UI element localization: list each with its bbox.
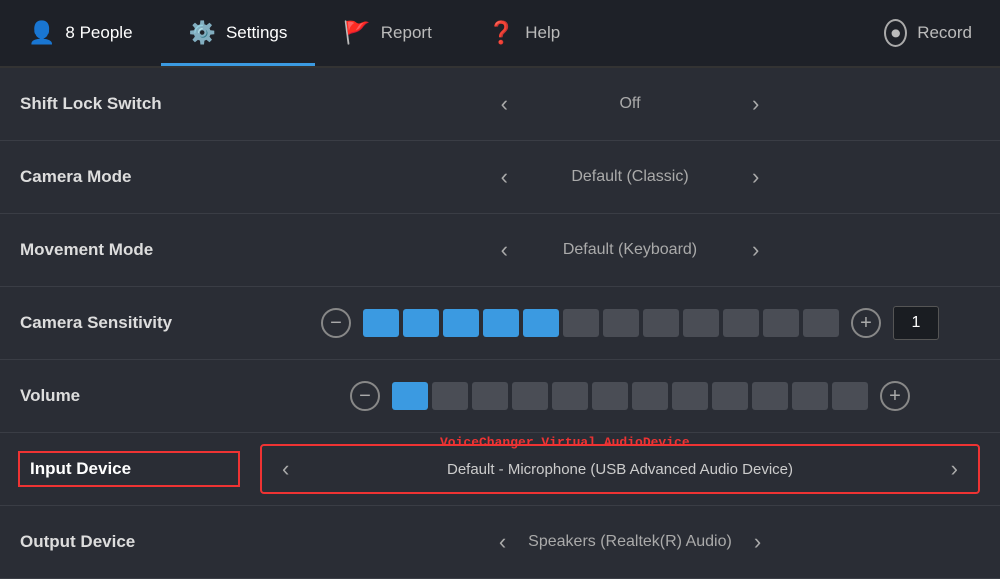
camera-mode-value: Default (Classic) [530,168,730,186]
block-1 [363,309,399,337]
shift-lock-value: Off [530,95,730,113]
volume-plus[interactable]: + [880,381,910,411]
camera-sensitivity-control: − + [280,306,980,340]
block-12 [803,309,839,337]
camera-sensitivity-slider [363,309,839,337]
output-device-label: Output Device [20,532,280,552]
nav-record-label: Record [917,23,972,43]
settings-content: Shift Lock Switch ‹ Off › Camera Mode ‹ … [0,68,1000,579]
input-device-next[interactable]: › [941,452,968,486]
nav-bar: 👤 8 People ⚙️ Settings 🚩 Report ❓ Help ⏺… [0,0,1000,68]
nav-record[interactable]: ⏺ Record [856,0,1000,66]
block-10 [723,309,759,337]
block-4 [483,309,519,337]
shift-lock-label: Shift Lock Switch [20,94,280,114]
vol-block-3 [472,382,508,410]
shift-lock-row: Shift Lock Switch ‹ Off › [0,68,1000,141]
shift-lock-prev[interactable]: ‹ [491,87,518,121]
camera-mode-label: Camera Mode [20,167,280,187]
block-2 [403,309,439,337]
block-5 [523,309,559,337]
nav-help-label: Help [525,23,560,43]
vol-block-1 [392,382,428,410]
vol-block-10 [752,382,788,410]
nav-settings-label: Settings [226,23,287,43]
camera-sensitivity-plus[interactable]: + [851,308,881,338]
input-device-label: Input Device [18,451,240,487]
camera-mode-prev[interactable]: ‹ [491,160,518,194]
volume-control: − + [280,381,980,411]
vol-block-9 [712,382,748,410]
record-icon: ⏺ [884,19,907,47]
camera-sensitivity-label: Camera Sensitivity [20,313,280,333]
nav-people-label: 8 People [65,23,132,43]
movement-mode-label: Movement Mode [20,240,280,260]
output-device-row: Output Device ‹ Speakers (Realtek(R) Aud… [0,506,1000,579]
vol-block-8 [672,382,708,410]
volume-minus[interactable]: − [350,381,380,411]
help-icon: ❓ [488,20,515,46]
nav-people[interactable]: 👤 8 People [0,0,161,66]
volume-label: Volume [20,386,280,406]
input-device-prev[interactable]: ‹ [272,452,299,486]
nav-settings[interactable]: ⚙️ Settings [161,0,316,66]
vol-block-2 [432,382,468,410]
nav-report[interactable]: 🚩 Report [315,0,459,66]
volume-slider [392,382,868,410]
output-device-value: Speakers (Realtek(R) Audio) [528,533,732,551]
camera-sensitivity-input[interactable] [893,306,939,340]
vol-block-7 [632,382,668,410]
block-11 [763,309,799,337]
vol-block-6 [592,382,628,410]
block-3 [443,309,479,337]
output-device-prev[interactable]: ‹ [489,525,516,559]
vol-block-4 [512,382,548,410]
camera-mode-next[interactable]: › [742,160,769,194]
nav-help[interactable]: ❓ Help [460,0,588,66]
people-icon: 👤 [28,20,55,46]
movement-mode-next[interactable]: › [742,233,769,267]
volume-row: Volume − + VoiceChanger Virtual AudioDev… [0,360,1000,433]
nav-report-label: Report [381,23,432,43]
block-9 [683,309,719,337]
block-7 [603,309,639,337]
camera-mode-row: Camera Mode ‹ Default (Classic) › [0,141,1000,214]
vol-block-5 [552,382,588,410]
report-icon: 🚩 [343,20,370,46]
block-6 [563,309,599,337]
output-device-control: ‹ Speakers (Realtek(R) Audio) › [280,525,980,559]
movement-mode-row: Movement Mode ‹ Default (Keyboard) › [0,214,1000,287]
movement-mode-control: ‹ Default (Keyboard) › [280,233,980,267]
movement-mode-value: Default (Keyboard) [530,241,730,259]
shift-lock-next[interactable]: › [742,87,769,121]
camera-sensitivity-minus[interactable]: − [321,308,351,338]
output-device-next[interactable]: › [744,525,771,559]
camera-sensitivity-row: Camera Sensitivity − + [0,287,1000,360]
settings-icon: ⚙️ [189,20,216,46]
input-device-value: Default - Microphone (USB Advanced Audio… [299,461,940,478]
input-device-control[interactable]: ‹ Default - Microphone (USB Advanced Aud… [260,444,980,494]
voice-changer-label: VoiceChanger Virtual AudioDevice [440,435,690,450]
shift-lock-control: ‹ Off › [280,87,980,121]
vol-block-11 [792,382,828,410]
camera-mode-control: ‹ Default (Classic) › [280,160,980,194]
vol-block-12 [832,382,868,410]
movement-mode-prev[interactable]: ‹ [491,233,518,267]
block-8 [643,309,679,337]
